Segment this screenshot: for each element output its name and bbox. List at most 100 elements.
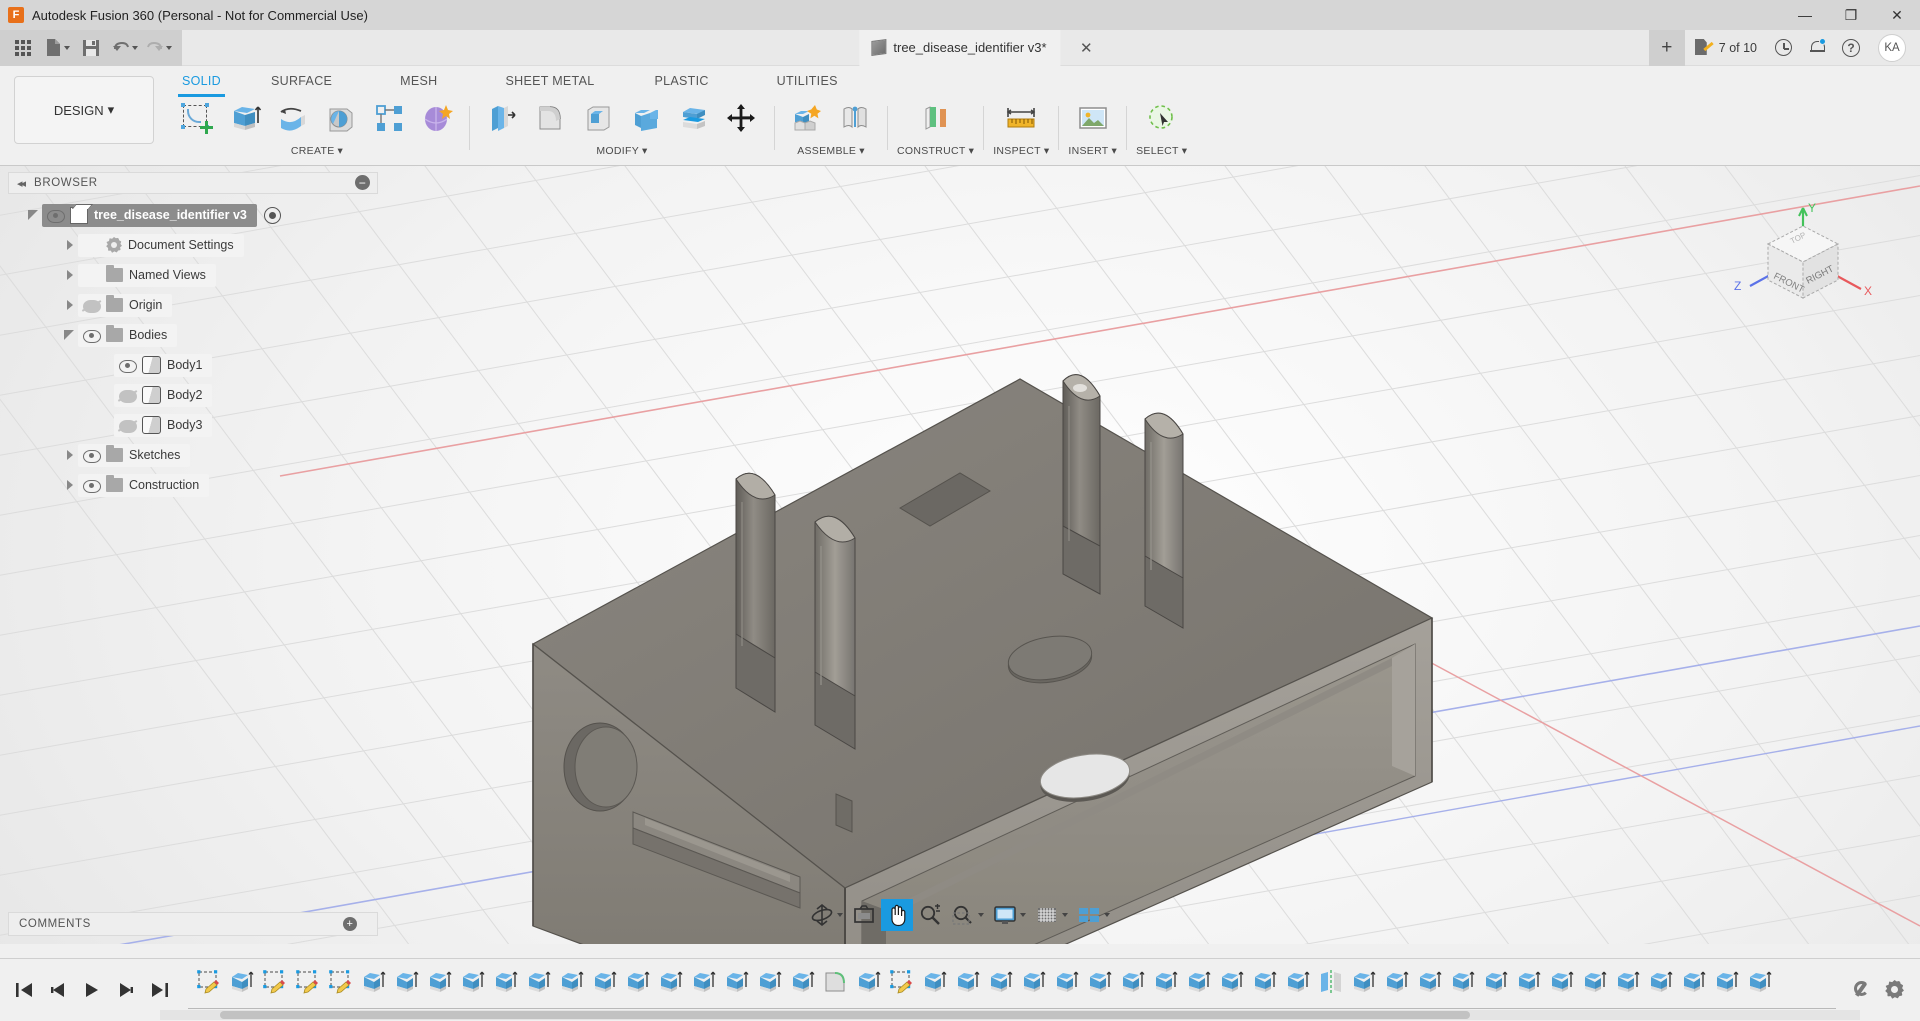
tab-utilities[interactable]: UTILITIES <box>767 70 848 92</box>
eye-visible-icon[interactable] <box>82 449 100 462</box>
browser-tree-item[interactable]: Origin <box>78 294 172 317</box>
browser-tree-row[interactable]: Named Views <box>8 260 378 290</box>
chevron-down-icon[interactable] <box>978 913 984 917</box>
expand-arrow-closed-icon[interactable] <box>62 477 78 493</box>
browser-tree-row[interactable]: Body1 <box>8 350 378 380</box>
timeline-feature-extrude[interactable] <box>555 965 588 999</box>
new-tab-button[interactable]: + <box>1649 30 1685 66</box>
eye-visible-icon[interactable] <box>46 209 64 222</box>
go-to-start-icon[interactable] <box>14 980 34 1000</box>
tab-plastic[interactable]: PLASTIC <box>644 70 718 92</box>
timeline-feature-sketch[interactable] <box>258 965 291 999</box>
timeline-wrench-icon[interactable] <box>1852 980 1871 999</box>
timeline-feature-extrude[interactable] <box>687 965 720 999</box>
eye-hidden-icon[interactable] <box>82 299 100 312</box>
timeline-feature-sketch[interactable] <box>291 965 324 999</box>
timeline-scrollbar[interactable] <box>160 1010 1860 1020</box>
timeline-feature-extrude[interactable] <box>1545 965 1578 999</box>
browser-tree-item[interactable]: Body1 <box>114 354 212 377</box>
eye-visible-icon[interactable] <box>82 479 100 492</box>
viewport[interactable]: ◂◂ BROWSER − tree_disease_identifier v3D… <box>0 166 1920 944</box>
revolve-icon[interactable] <box>270 94 316 142</box>
look-at-button[interactable] <box>848 899 880 931</box>
expand-arrow-closed-icon[interactable] <box>62 297 78 313</box>
add-comment-button[interactable]: + <box>343 917 357 931</box>
timeline-feature-extrude[interactable] <box>1182 965 1215 999</box>
timeline-feature-extrude[interactable] <box>522 965 555 999</box>
timeline-feature-extrude[interactable] <box>1116 965 1149 999</box>
chevron-down-icon[interactable] <box>1020 913 1026 917</box>
zoom-window-button[interactable] <box>947 899 988 931</box>
move-copy-icon[interactable] <box>719 94 765 142</box>
account-button[interactable]: KA <box>1870 32 1914 64</box>
create-sketch-icon[interactable] <box>174 94 220 142</box>
timeline-feature-extrude[interactable] <box>1281 965 1314 999</box>
notifications-button[interactable] <box>1802 32 1832 64</box>
browser-tree-item[interactable]: Bodies <box>78 324 177 347</box>
browser-tree-item[interactable]: Document Settings <box>78 234 244 257</box>
timeline-feature-extrude[interactable] <box>588 965 621 999</box>
activate-component-radio[interactable] <box>264 207 281 224</box>
step-forward-icon[interactable] <box>116 980 136 1000</box>
timeline-feature-extrude[interactable] <box>951 965 984 999</box>
tab-sheet-metal[interactable]: SHEET METAL <box>495 70 604 92</box>
tab-surface[interactable]: SURFACE <box>261 70 342 92</box>
expand-arrow-closed-icon[interactable] <box>62 267 78 283</box>
new-component-icon[interactable] <box>784 94 830 142</box>
fillet-icon[interactable] <box>527 94 573 142</box>
timeline-scroll-thumb[interactable] <box>220 1011 1470 1019</box>
eye-hidden-icon[interactable] <box>118 419 136 432</box>
timeline-feature-extrude[interactable] <box>918 965 951 999</box>
timeline-feature-extrude[interactable] <box>786 965 819 999</box>
browser-tree-item[interactable]: Body3 <box>114 414 212 437</box>
timeline-feature-extrude[interactable] <box>984 965 1017 999</box>
timeline-feature-extrude[interactable] <box>1017 965 1050 999</box>
timeline-feature-extrude[interactable] <box>1413 965 1446 999</box>
offset-face-icon[interactable] <box>671 94 717 142</box>
orbit-button[interactable] <box>806 899 847 931</box>
timeline-feature-extrude[interactable] <box>1743 965 1776 999</box>
timeline-feature-sketch[interactable] <box>324 965 357 999</box>
undo-icon[interactable] <box>108 33 142 63</box>
timeline-feature-extrude[interactable] <box>225 965 258 999</box>
timeline-feature-extrude[interactable] <box>357 965 390 999</box>
browser-tree-row[interactable]: Origin <box>8 290 378 320</box>
timeline-feature-extrude[interactable] <box>1479 965 1512 999</box>
browser-tree-row[interactable]: tree_disease_identifier v3 <box>8 200 378 230</box>
timeline-feature-sketch[interactable] <box>192 965 225 999</box>
app-grid-icon[interactable] <box>6 33 40 63</box>
timeline-feature-mirror[interactable] <box>1314 965 1347 999</box>
browser-tree-row[interactable]: Document Settings <box>8 230 378 260</box>
timeline-settings-icon[interactable] <box>1885 980 1904 999</box>
timeline-feature-extrude[interactable] <box>1347 965 1380 999</box>
timeline-feature-extrude[interactable] <box>1677 965 1710 999</box>
select-icon[interactable] <box>1139 94 1185 142</box>
tab-close-icon[interactable]: ✕ <box>1080 39 1093 57</box>
expand-arrow-closed-icon[interactable] <box>62 447 78 463</box>
browser-collapse-button[interactable]: − <box>355 175 370 190</box>
form-icon[interactable] <box>414 94 460 142</box>
timeline-feature-extrude[interactable] <box>1644 965 1677 999</box>
zoom-button[interactable] <box>914 899 946 931</box>
browser-tree-item[interactable]: tree_disease_identifier v3 <box>42 204 257 227</box>
eye-hidden-icon[interactable] <box>118 389 136 402</box>
browser-tree-row[interactable]: Construction <box>8 470 378 500</box>
view-cube[interactable]: Y Z X FRONT RIGHT TOP <box>1728 196 1878 316</box>
chevron-down-icon[interactable] <box>837 913 843 917</box>
measure-icon[interactable] <box>998 94 1044 142</box>
display-settings-button[interactable] <box>989 899 1030 931</box>
chevron-down-icon[interactable] <box>1104 913 1110 917</box>
save-icon[interactable] <box>74 33 108 63</box>
browser-tree-row[interactable]: Body2 <box>8 380 378 410</box>
timeline-feature-extrude[interactable] <box>654 965 687 999</box>
go-to-end-icon[interactable] <box>150 980 170 1000</box>
version-indicator[interactable]: 7 of 10 <box>1687 32 1765 64</box>
timeline-feature-extrude[interactable] <box>621 965 654 999</box>
joint-icon[interactable] <box>832 94 878 142</box>
browser-tree-item[interactable]: Body2 <box>114 384 212 407</box>
tab-mesh[interactable]: MESH <box>390 70 447 92</box>
timeline-feature-extrude[interactable] <box>753 965 786 999</box>
extrude-icon[interactable] <box>222 94 268 142</box>
browser-tree-item[interactable]: Construction <box>78 474 209 497</box>
timeline-feature-extrude[interactable] <box>390 965 423 999</box>
